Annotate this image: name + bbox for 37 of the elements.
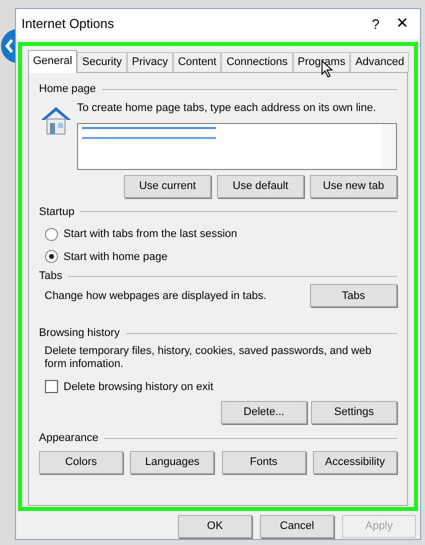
instruction-text: To create home page tabs, type each address on its own line.	[77, 101, 378, 116]
tabs-button[interactable]: Tabs	[310, 284, 397, 308]
group-label: Browsing history	[39, 326, 120, 342]
window-title: Internet Options	[22, 15, 115, 34]
appearance-button[interactable]: Fonts	[222, 450, 306, 474]
checkbox[interactable]	[44, 380, 58, 394]
home-page-button[interactable]: Use current	[124, 175, 211, 198]
appearance-button[interactable]: Colors	[39, 450, 123, 474]
home-page-button[interactable]: Use new tab	[310, 175, 397, 198]
group-label: Tabs	[39, 268, 62, 284]
tab[interactable]: Privacy	[126, 52, 173, 72]
tab[interactable]: General	[28, 50, 78, 73]
group-label: Appearance	[39, 431, 98, 446]
dialog-button[interactable]: OK	[178, 514, 252, 538]
help-button[interactable]: ?	[372, 14, 380, 34]
appearance-button[interactable]: Accessibility	[312, 450, 397, 474]
history-button[interactable]: Settings	[311, 401, 397, 424]
tab[interactable]: Security	[77, 52, 127, 72]
radio-button[interactable]	[44, 228, 58, 241]
home-page-field[interactable]	[77, 122, 397, 170]
group-label: Startup	[39, 204, 74, 220]
dialog-button[interactable]: Cancel	[260, 514, 334, 538]
tabs-description: Change how webpages are displayed in tabs.	[44, 288, 266, 304]
browsing-history-description: Delete temporary files, history, cookies, saved passwords, and web form infomation.	[44, 344, 372, 370]
tab[interactable]: Content	[172, 52, 222, 72]
radio-button[interactable]	[44, 250, 58, 264]
tab[interactable]: Connections	[221, 52, 293, 72]
close-button[interactable]: ✕	[396, 12, 409, 36]
house-icon	[39, 104, 73, 136]
appearance-button[interactable]: Languages	[130, 450, 214, 474]
group-label: Home page	[39, 82, 96, 97]
radio-label[interactable]: Start with home page	[64, 248, 168, 265]
checkbox-label[interactable]: Delete browsing history on exit	[64, 378, 214, 395]
radio-label[interactable]: Start with tabs from the last session	[64, 226, 238, 242]
home-page-button[interactable]: Use default	[217, 175, 304, 198]
tab[interactable]: Advanced	[350, 52, 410, 72]
history-button[interactable]: Delete...	[221, 401, 307, 424]
